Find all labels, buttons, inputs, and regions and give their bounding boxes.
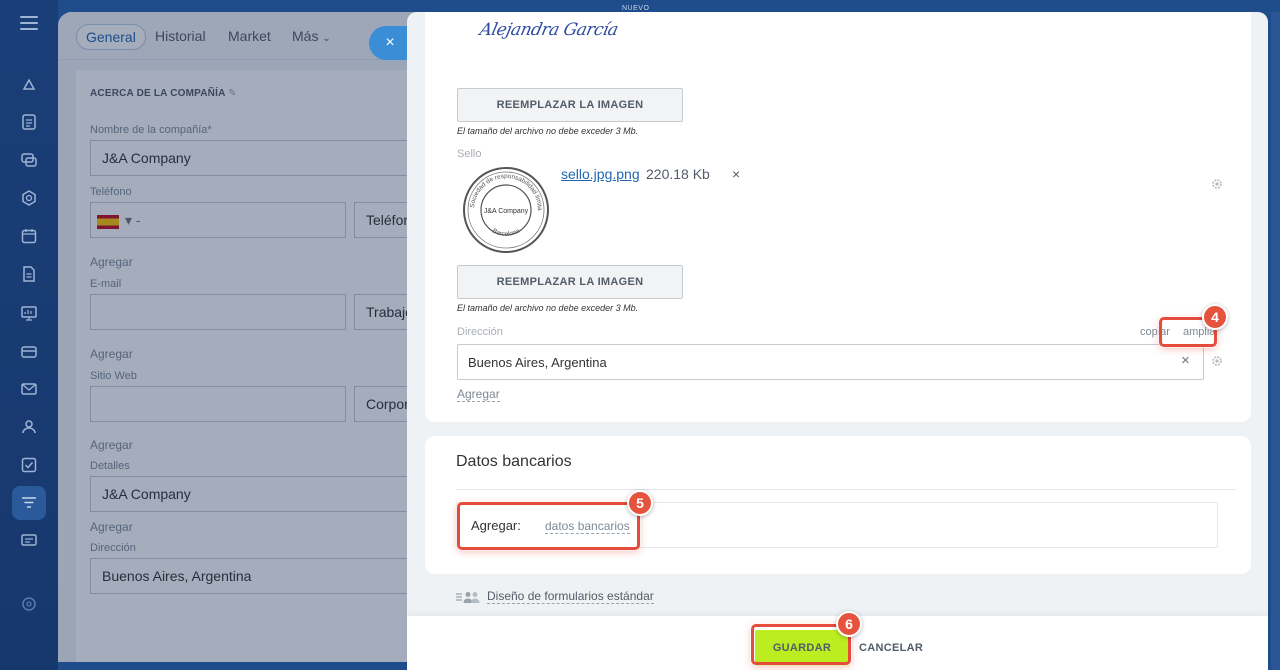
bank-details-title: Datos bancarios — [456, 453, 572, 470]
seal-gear-icon[interactable] — [1211, 178, 1223, 190]
cancel-button[interactable]: CANCELAR — [859, 630, 923, 666]
form-design-row[interactable]: Diseño de formularios estándar — [455, 589, 654, 604]
step-badge-5: 5 — [627, 490, 653, 516]
replace-seal-button[interactable]: REEMPLAZAR LA IMAGEN — [457, 265, 683, 299]
bank-divider — [456, 489, 1236, 490]
seal-label: Sello — [457, 148, 482, 160]
seal-file-size: 220.18 Kb — [646, 166, 710, 182]
step-badge-4: 4 — [1202, 304, 1228, 330]
seal-size-hint: El tamaño del archivo no debe exceder 3 … — [457, 303, 639, 313]
add-address-link[interactable]: Agregar — [457, 387, 500, 402]
address-label: Dirección — [457, 326, 503, 338]
nuevo-badge: NUEVO — [622, 5, 650, 12]
replace-signature-button[interactable]: REEMPLAZAR LA IMAGEN — [457, 88, 683, 122]
step-badge-6: 6 — [836, 611, 862, 637]
requisites-slider-panel: Alejandra García REEMPLAZAR LA IMAGEN El… — [407, 12, 1268, 670]
app-sidebar — [0, 0, 58, 670]
address-gear-icon[interactable] — [1211, 355, 1223, 367]
calendar-icon[interactable] — [20, 227, 38, 245]
highlight-save — [751, 624, 851, 665]
window-edge — [1271, 12, 1280, 670]
form-design-link[interactable]: Diseño de formularios estándar — [487, 589, 654, 604]
background-dim-overlay — [58, 12, 418, 662]
images-address-card: Alejandra García REEMPLAZAR LA IMAGEN El… — [425, 12, 1251, 422]
check-icon[interactable] — [20, 456, 38, 474]
crm-icon[interactable] — [20, 76, 38, 94]
report-icon[interactable] — [20, 304, 38, 322]
seal-file-link[interactable]: sello.jpg.png — [561, 166, 640, 182]
svg-text:J&A Company: J&A Company — [484, 208, 529, 215]
docs-icon[interactable] — [20, 265, 38, 283]
address-input[interactable]: Buenos Aires, Argentina — [457, 344, 1204, 380]
funnel-icon[interactable] — [12, 486, 46, 520]
menu-icon[interactable] — [20, 16, 38, 34]
payments-icon[interactable] — [20, 343, 38, 361]
svg-text:Barcelona: Barcelona — [491, 227, 521, 238]
clear-address-icon[interactable]: × — [1181, 352, 1190, 369]
screen-icon[interactable] — [20, 532, 38, 550]
highlight-bank-details — [457, 502, 640, 550]
tasks-icon[interactable] — [20, 113, 38, 131]
settings-icon[interactable] — [20, 595, 38, 613]
sites-icon[interactable] — [20, 189, 38, 207]
mail-icon[interactable] — [20, 380, 38, 398]
close-slider-button[interactable]: × — [369, 26, 411, 60]
contacts-icon[interactable] — [20, 418, 38, 436]
signature-size-hint: El tamaño del archivo no debe exceder 3 … — [457, 126, 639, 136]
chat-icon[interactable] — [20, 151, 38, 169]
form-users-icon — [456, 591, 480, 603]
remove-seal-icon[interactable]: × — [732, 166, 740, 182]
signature-image: Alejandra García — [477, 20, 620, 40]
seal-image: Sociedad de responsabilidad limitada Bar… — [461, 165, 549, 253]
